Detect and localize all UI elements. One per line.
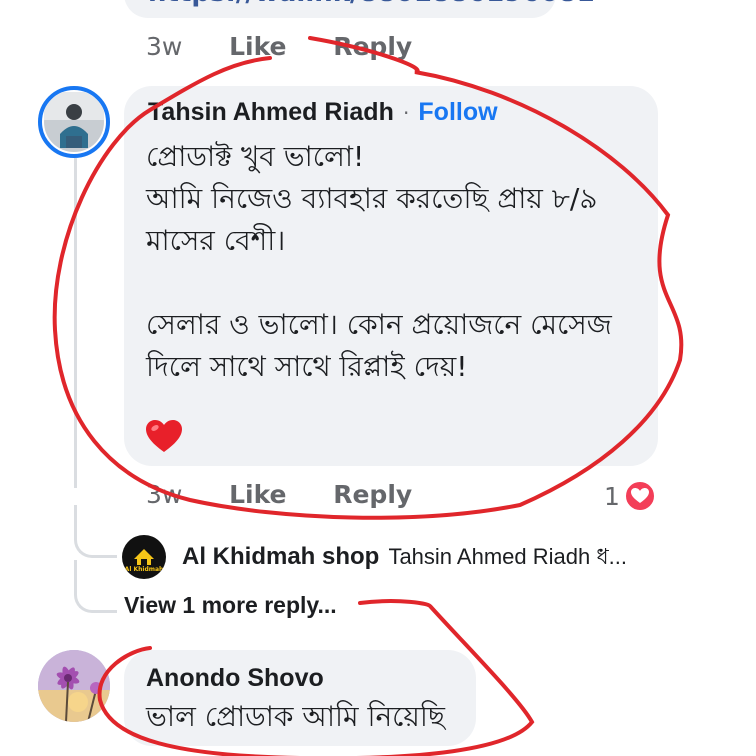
shop-logo-text: Al Khidmah [124, 566, 164, 573]
comment-bubble: Anondo Shovo ভাল প্রোডাক আমি নিয়েছি [124, 650, 476, 746]
separator-dot: · [402, 101, 410, 125]
reaction-summary[interactable]: 1 [604, 480, 656, 512]
comment-text: প্রোডাক্ট খুব ভালো! আমি নিজেও ব্যাবহার ক… [146, 140, 612, 383]
shop-logo-avatar[interactable]: Al Khidmah [122, 535, 166, 579]
comment-author[interactable]: Anondo Shovo [146, 664, 324, 693]
love-reaction-icon [623, 480, 656, 512]
heart-emoji [146, 420, 182, 458]
reply-button[interactable]: Reply [333, 480, 412, 509]
comment-time: 3w [146, 32, 183, 61]
avatar[interactable] [38, 650, 110, 722]
previous-comment-bubble: https://walink/8801886196081 [124, 0, 595, 18]
comment-actions: 3w Like Reply [146, 480, 450, 509]
view-more-replies-link[interactable]: View 1 more reply... [124, 592, 337, 619]
avatar[interactable] [38, 86, 110, 158]
reply-button[interactable]: Reply [333, 32, 412, 61]
thread-line [74, 158, 77, 488]
like-button[interactable]: Like [229, 480, 286, 509]
comment-header: Tahsin Ahmed Riadh · Follow [148, 98, 498, 127]
previous-comment-link[interactable]: https://walink/8801886196081 [148, 0, 595, 8]
comment-text: ভাল প্রোডাক আমি নিয়েছি [146, 700, 445, 733]
comment-bubble: Tahsin Ahmed Riadh · Follow প্রোডাক্ট খু… [124, 86, 658, 466]
thread-connector-view-more [74, 560, 117, 613]
reaction-count: 1 [604, 481, 620, 511]
comment-time: 3w [146, 480, 183, 509]
like-button[interactable]: Like [229, 32, 286, 61]
comment-author[interactable]: Tahsin Ahmed Riadh [148, 98, 394, 126]
previous-comment-actions: 3w Like Reply [146, 32, 450, 61]
reply-preview[interactable]: Al Khidmah shop Tahsin Ahmed Riadh ধ... [182, 540, 627, 577]
reply-author[interactable]: Al Khidmah shop [182, 543, 379, 570]
reply-preview-text: Tahsin Ahmed Riadh ধ... [388, 544, 628, 569]
follow-button[interactable]: Follow [418, 98, 497, 126]
thread-connector-reply [74, 505, 117, 558]
